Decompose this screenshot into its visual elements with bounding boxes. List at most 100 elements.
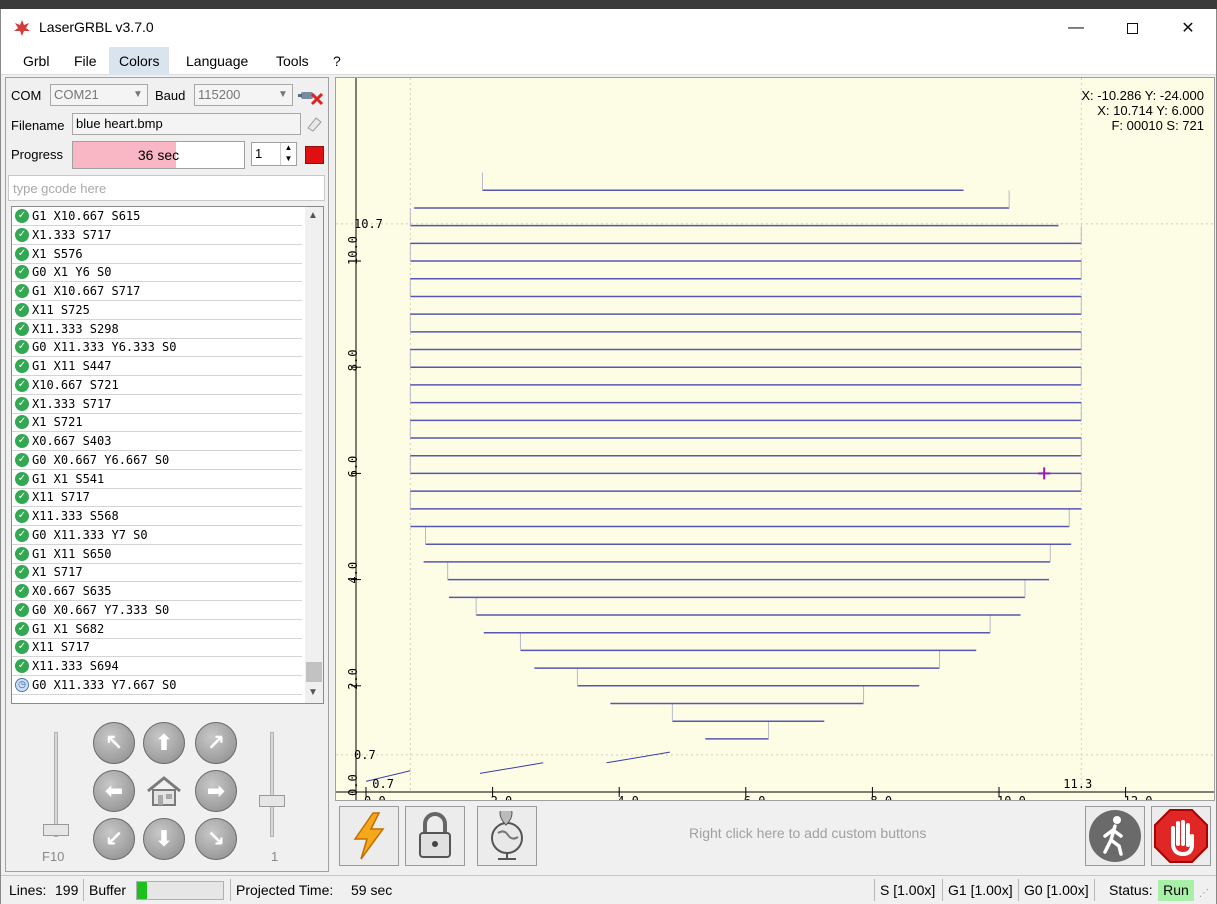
- unlock-button[interactable]: [405, 806, 465, 866]
- check-icon: ✓: [15, 227, 29, 242]
- list-item[interactable]: ✓ G1 X10.667 S717: [12, 282, 302, 301]
- goto-position-button[interactable]: [477, 806, 537, 866]
- g0-override[interactable]: G0 [1.00x]: [1024, 882, 1089, 898]
- list-item[interactable]: ✓ X1 S721: [12, 413, 302, 433]
- eraser-icon[interactable]: [304, 114, 324, 134]
- list-item[interactable]: ✓ G0 X11.333 Y6.333 S0: [12, 338, 302, 358]
- list-item[interactable]: ✓ G1 X11 S447: [12, 357, 302, 376]
- gcode-line-text: G1 X1 S682: [32, 621, 105, 636]
- minimize-icon: —: [1068, 19, 1084, 36]
- list-item[interactable]: ✓ G1 X1 S541: [12, 470, 302, 489]
- list-item[interactable]: ✓ X11.333 S568: [12, 507, 302, 526]
- chevron-down-icon[interactable]: ▼: [308, 687, 318, 698]
- jog-up-left-button[interactable]: ↖: [93, 722, 135, 764]
- list-item[interactable]: ✓ G0 X1 Y6 S0: [12, 263, 302, 283]
- gcode-line-text: X1.333 S717: [32, 396, 112, 411]
- list-item[interactable]: ✓ X11.333 S694: [12, 657, 302, 676]
- menu-tools[interactable]: Tools: [266, 47, 319, 75]
- com-port-select[interactable]: COM21 ▼: [50, 84, 148, 106]
- x-max-label: 11.3: [1063, 777, 1092, 791]
- s-override[interactable]: S [1.00x]: [880, 882, 935, 898]
- jog-up-right-button[interactable]: ↗: [195, 722, 237, 764]
- speed-slider-thumb[interactable]: [43, 824, 69, 836]
- jog-down-left-button[interactable]: ↙: [93, 818, 135, 860]
- list-item[interactable]: ✓ G0 X0.667 Y7.333 S0: [12, 601, 302, 620]
- list-item[interactable]: ✓ X0.667 S635: [12, 582, 302, 601]
- coords-line-2: X: 10.714 Y: 6.000: [1097, 103, 1204, 118]
- list-item[interactable]: ✓ X1 S717: [12, 563, 302, 583]
- list-item[interactable]: ◷ G0 X11.333 Y7.667 S0: [12, 676, 302, 695]
- list-item[interactable]: ✓ G1 X11 S650: [12, 545, 302, 564]
- speed-slider-track[interactable]: [54, 732, 58, 837]
- maximize-button[interactable]: [1104, 9, 1160, 47]
- com-label: COM: [11, 88, 42, 103]
- jog-down-right-button[interactable]: ↘: [195, 818, 237, 860]
- preview-canvas[interactable]: 0.0 2.0 4.0 6.0 8.0 10.0 12.0 0.0 2.0 4.0 6.0 8.0 10…: [335, 77, 1215, 801]
- scrollbar[interactable]: ▲ ▼: [305, 207, 323, 703]
- jog-up-button[interactable]: ⬆: [143, 722, 185, 764]
- gcode-line-text: G1 X1 S541: [32, 471, 105, 486]
- menu-file[interactable]: File: [64, 47, 107, 75]
- projected-time-label: Projected Time:: [236, 882, 334, 898]
- custom-buttons-hint[interactable]: Right click here to add custom buttons: [689, 825, 926, 841]
- buffer-label: Buffer: [89, 882, 127, 898]
- list-item[interactable]: ✓ X10.667 S721: [12, 376, 302, 395]
- step-slider-track[interactable]: [270, 732, 274, 837]
- arrow-down-right-icon: ↘: [206, 826, 226, 851]
- list-item[interactable]: ✓ G1 X1 S682: [12, 620, 302, 639]
- emergency-stop-button[interactable]: [1151, 806, 1211, 866]
- check-icon: ✓: [15, 640, 29, 655]
- x-min-label: 0.7: [372, 777, 394, 791]
- list-item[interactable]: ✓ X1 S576: [12, 245, 302, 264]
- home-button[interactable]: [143, 770, 185, 812]
- x-tick-label: 6.0: [744, 794, 766, 801]
- stepper-down-icon[interactable]: ▼: [280, 154, 296, 165]
- jog-down-button[interactable]: ⬇: [143, 818, 185, 860]
- minimize-button[interactable]: —: [1048, 9, 1104, 47]
- menu-grbl[interactable]: Grbl: [13, 47, 59, 75]
- chevron-down-icon: ▼: [133, 89, 143, 100]
- list-item[interactable]: ✓ X11 S717: [12, 488, 302, 508]
- list-item[interactable]: ✓ X11.333 S298: [12, 320, 302, 339]
- stepper-up-icon[interactable]: ▲: [280, 143, 296, 154]
- jog-left-button[interactable]: ⬅: [93, 770, 135, 812]
- list-item[interactable]: ✓ X1.333 S717: [12, 395, 302, 414]
- passes-value: 1: [255, 146, 263, 161]
- abort-walk-button[interactable]: [1085, 806, 1145, 866]
- scrollbar-thumb[interactable]: [306, 662, 322, 682]
- resize-grip-icon[interactable]: ⋰: [1199, 888, 1209, 899]
- list-item[interactable]: ✓ X0.667 S403: [12, 432, 302, 451]
- menu-colors[interactable]: Colors: [109, 47, 170, 75]
- y-min-label: 0.7: [354, 748, 376, 762]
- chevron-up-icon[interactable]: ▲: [308, 210, 318, 221]
- list-item[interactable]: ✓ X11 S717: [12, 638, 302, 658]
- filename-field[interactable]: blue heart.bmp: [72, 113, 301, 135]
- list-item[interactable]: ✓ X11 S725: [12, 301, 302, 320]
- arrow-up-left-icon: ↖: [104, 730, 124, 755]
- com-port-value: COM21: [54, 87, 99, 102]
- baud-select[interactable]: 115200 ▼: [194, 84, 293, 106]
- passes-stepper[interactable]: 1 ▲ ▼: [251, 142, 297, 166]
- list-item[interactable]: ✓ X1.333 S717: [12, 226, 302, 245]
- menu-language[interactable]: Language: [176, 47, 258, 75]
- arrow-down-icon: ⬇: [154, 826, 174, 851]
- gcode-line-text: X11 S717: [32, 490, 90, 505]
- list-item[interactable]: ✓ G0 X0.667 Y6.667 S0: [12, 451, 302, 470]
- gcode-list[interactable]: ✓ G1 X10.667 S615 ✓ X1.333 S717 ✓ X1 S576 ✓ G0 …: [11, 206, 324, 704]
- close-button[interactable]: ✕: [1160, 9, 1216, 47]
- jog-right-button[interactable]: ➡: [195, 770, 237, 812]
- check-icon: ✓: [15, 209, 29, 223]
- list-item[interactable]: ✓ G0 X11.333 Y7 S0: [12, 526, 302, 545]
- menu-help[interactable]: ?: [323, 47, 351, 75]
- y-tick-label: 4.0: [346, 562, 360, 584]
- reset-button[interactable]: [339, 806, 399, 866]
- list-item[interactable]: ✓ G1 X10.667 S615: [12, 207, 302, 226]
- status-separator: [874, 879, 875, 901]
- g1-override[interactable]: G1 [1.00x]: [948, 882, 1013, 898]
- disconnect-icon[interactable]: [298, 84, 324, 106]
- speed-value: F10: [42, 849, 65, 864]
- gcode-command-input[interactable]: type gcode here: [8, 175, 325, 201]
- close-icon: ✕: [1181, 20, 1195, 37]
- step-slider-thumb[interactable]: [259, 795, 285, 807]
- stop-job-button[interactable]: [305, 146, 324, 164]
